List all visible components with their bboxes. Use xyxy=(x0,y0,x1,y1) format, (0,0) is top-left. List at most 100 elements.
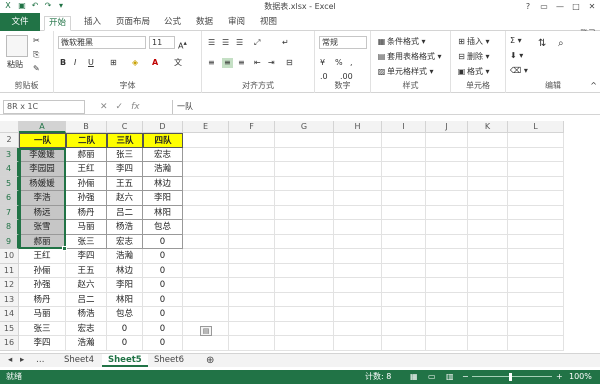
cell-l12[interactable] xyxy=(508,278,564,293)
cell-l13[interactable] xyxy=(508,292,564,307)
percent-button[interactable]: % xyxy=(335,58,343,68)
cell-k15[interactable] xyxy=(468,321,508,336)
cell-h5[interactable] xyxy=(334,176,382,191)
cell-a3[interactable]: 李媛媛 xyxy=(19,147,66,162)
cell-k10[interactable] xyxy=(468,249,508,264)
cell-d15[interactable]: 0 xyxy=(143,321,183,336)
number-format-combo[interactable]: 常规 xyxy=(319,36,367,49)
cut-icon[interactable]: ✂ xyxy=(33,36,40,46)
cell-k14[interactable] xyxy=(468,307,508,322)
cell-f3[interactable] xyxy=(229,147,275,162)
cell-i6[interactable] xyxy=(382,191,426,206)
cell-i3[interactable] xyxy=(382,147,426,162)
cell-i2[interactable] xyxy=(382,133,426,148)
cell-j7[interactable] xyxy=(426,205,468,220)
cell-g5[interactable] xyxy=(275,176,334,191)
fill-icon[interactable]: ⬇ ▾ xyxy=(510,51,523,61)
cell-g12[interactable] xyxy=(275,278,334,293)
cell-l14[interactable] xyxy=(508,307,564,322)
align-bottom-icon[interactable]: ☰ xyxy=(236,38,243,48)
cell-f4[interactable] xyxy=(229,162,275,177)
comma-icon[interactable]: , xyxy=(350,58,353,68)
cell-g8[interactable] xyxy=(275,220,334,235)
format-cells-button[interactable]: ▣ 格式 ▾ xyxy=(456,66,490,77)
ribbon-display-icon[interactable]: ▭ xyxy=(536,0,552,13)
column-header-l[interactable]: L xyxy=(508,121,564,133)
cell-a13[interactable]: 杨丹 xyxy=(19,292,66,307)
tab-view[interactable]: 视图 xyxy=(256,16,281,31)
bold-button[interactable]: B xyxy=(60,58,66,68)
cell-l11[interactable] xyxy=(508,263,564,278)
cell-e9[interactable] xyxy=(183,234,229,249)
help-icon[interactable]: ? xyxy=(520,0,536,13)
cell-j13[interactable] xyxy=(426,292,468,307)
cell-h8[interactable] xyxy=(334,220,382,235)
cell-g3[interactable] xyxy=(275,147,334,162)
cell-i4[interactable] xyxy=(382,162,426,177)
paste-button[interactable]: 粘贴 xyxy=(7,60,23,70)
cell-i13[interactable] xyxy=(382,292,426,307)
cell-i11[interactable] xyxy=(382,263,426,278)
find-select-icon[interactable]: ⌕ xyxy=(558,39,564,49)
cell-a8[interactable]: 张雪 xyxy=(19,220,66,235)
cell-c14[interactable]: 包总 xyxy=(107,307,143,322)
formula-input[interactable]: 一队 xyxy=(172,100,597,114)
cell-h2[interactable] xyxy=(334,133,382,148)
cell-f14[interactable] xyxy=(229,307,275,322)
row-header-13[interactable]: 13 xyxy=(0,292,19,307)
cell-l3[interactable] xyxy=(508,147,564,162)
cell-d6[interactable]: 李阳 xyxy=(143,191,183,206)
cell-e10[interactable] xyxy=(183,249,229,264)
tab-formulas[interactable]: 公式 xyxy=(160,16,185,31)
cell-g14[interactable] xyxy=(275,307,334,322)
cell-f12[interactable] xyxy=(229,278,275,293)
column-header-a[interactable]: A xyxy=(19,121,66,133)
cell-k6[interactable] xyxy=(468,191,508,206)
cell-g13[interactable] xyxy=(275,292,334,307)
cell-c9[interactable]: 宏志 xyxy=(107,234,143,249)
currency-icon[interactable]: ¥ xyxy=(320,58,325,68)
cell-b3[interactable]: 郝丽 xyxy=(66,147,107,162)
fill-color-icon[interactable]: ◈ xyxy=(132,58,138,68)
row-header-10[interactable]: 10 xyxy=(0,249,19,264)
cell-a14[interactable]: 马丽 xyxy=(19,307,66,322)
cell-b6[interactable]: 孙强 xyxy=(66,191,107,206)
cell-a7[interactable]: 杨远 xyxy=(19,205,66,220)
cell-e16[interactable] xyxy=(183,336,229,351)
sheet-nav-next-icon[interactable]: ▸ xyxy=(14,354,30,367)
cell-e11[interactable] xyxy=(183,263,229,278)
cell-d5[interactable]: 林边 xyxy=(143,176,183,191)
zoom-slider[interactable] xyxy=(472,376,552,377)
cell-j12[interactable] xyxy=(426,278,468,293)
cell-k12[interactable] xyxy=(468,278,508,293)
cell-h9[interactable] xyxy=(334,234,382,249)
cell-b8[interactable]: 马丽 xyxy=(66,220,107,235)
more-sheets-icon[interactable]: … xyxy=(30,354,51,367)
cell-l15[interactable] xyxy=(508,321,564,336)
cell-a6[interactable]: 李浩 xyxy=(19,191,66,206)
tab-page-layout[interactable]: 页面布局 xyxy=(112,16,154,31)
cell-i7[interactable] xyxy=(382,205,426,220)
cell-k16[interactable] xyxy=(468,336,508,351)
cell-j2[interactable] xyxy=(426,133,468,148)
cell-h13[interactable] xyxy=(334,292,382,307)
cell-i16[interactable] xyxy=(382,336,426,351)
fill-handle[interactable] xyxy=(62,246,67,251)
table-header-cell[interactable]: 一队 xyxy=(19,133,66,148)
cell-g15[interactable] xyxy=(275,321,334,336)
cell-d13[interactable]: 0 xyxy=(143,292,183,307)
cell-f11[interactable] xyxy=(229,263,275,278)
cell-g16[interactable] xyxy=(275,336,334,351)
cell-j5[interactable] xyxy=(426,176,468,191)
cell-c16[interactable]: 0 xyxy=(107,336,143,351)
row-header-8[interactable]: 8 xyxy=(0,220,19,235)
cell-e2[interactable] xyxy=(183,133,229,148)
cell-b15[interactable]: 宏志 xyxy=(66,321,107,336)
align-top-icon[interactable]: ☰ xyxy=(208,38,215,48)
cell-l4[interactable] xyxy=(508,162,564,177)
align-right-icon[interactable]: ≡ xyxy=(238,58,245,68)
cell-d10[interactable]: 0 xyxy=(143,249,183,264)
row-header-9[interactable]: 9 xyxy=(0,234,19,249)
enter-icon[interactable]: ✓ xyxy=(116,100,124,114)
cell-f2[interactable] xyxy=(229,133,275,148)
